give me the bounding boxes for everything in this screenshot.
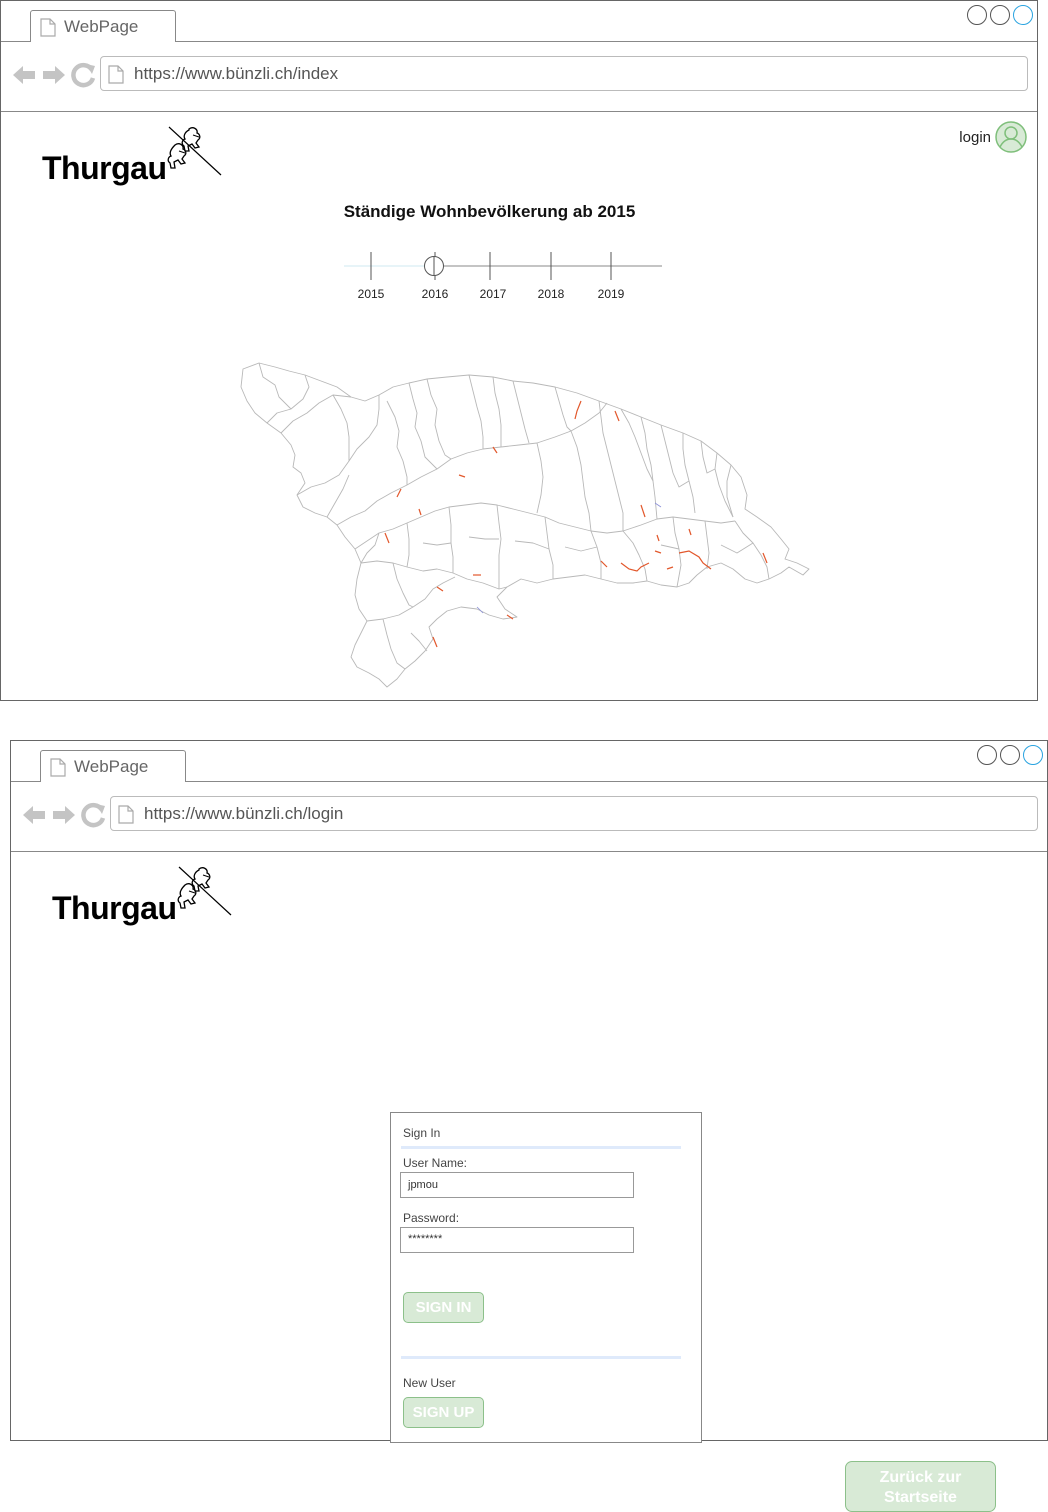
year-timeline-slider[interactable]: 2015 2016 2017 2018 2019 [344,250,662,308]
sign-up-button[interactable]: SIGN UP [403,1397,484,1428]
url-text: https://www.bünzli.ch/login [144,804,344,823]
document-icon [118,805,134,824]
document-icon [108,65,124,84]
page-content: Thurgau Sign In User Name: jpmou Passwor… [11,852,1047,1512]
thurgau-coat-of-arms-icon [177,866,232,916]
tab-strip: WebPage [1,1,1037,42]
address-bar[interactable]: https://www.bünzli.ch/index [100,56,1028,91]
year-label[interactable]: 2017 [480,287,507,301]
window-maximize-button[interactable] [990,5,1010,25]
canton-boundary [240,362,810,688]
window-maximize-button[interactable] [1000,745,1020,765]
back-arrow-icon[interactable] [11,62,37,88]
sign-in-form: Sign In User Name: jpmou Password: *****… [390,1112,702,1443]
document-icon [40,18,56,37]
window-minimize-button[interactable] [977,745,997,765]
browser-toolbar: https://www.bünzli.ch/login [11,782,1047,852]
reload-icon[interactable] [81,802,107,828]
sign-in-button[interactable]: SIGN IN [403,1292,484,1323]
separator [401,1146,681,1149]
username-label: User Name: [403,1156,468,1170]
reload-icon[interactable] [71,62,97,88]
window-controls [977,745,1043,765]
username-field[interactable]: jpmou [400,1172,634,1198]
forward-arrow-icon[interactable] [41,62,67,88]
logo-text: Thurgau [42,150,167,186]
year-label[interactable]: 2018 [538,287,565,301]
document-icon [50,758,66,777]
window-close-button[interactable] [1023,745,1043,765]
thurgau-coat-of-arms-icon [167,126,222,176]
new-user-label: New User [403,1376,456,1390]
nav-buttons [21,802,107,828]
back-button-line1: Zurück zur [879,1469,962,1486]
login-link[interactable]: login [959,121,1027,153]
nav-buttons [11,62,97,88]
browser-window-index: WebPage https://www.bünzli.ch/index Thur… [0,0,1038,701]
window-close-button[interactable] [1013,5,1033,25]
back-arrow-icon[interactable] [21,802,47,828]
url-text: https://www.bünzli.ch/index [134,64,339,83]
form-title: Sign In [403,1126,441,1140]
window-minimize-button[interactable] [967,5,987,25]
page-title: Ständige Wohnbevölkerung ab 2015 [343,202,636,221]
separator [401,1356,681,1359]
tab-strip: WebPage [11,741,1047,782]
user-avatar-icon[interactable] [995,121,1027,153]
logo-text: Thurgau [52,890,177,926]
login-label: login [959,128,991,146]
browser-tab[interactable]: WebPage [40,750,186,782]
thurgau-logo[interactable]: Thurgau [51,865,236,931]
window-controls [967,5,1033,25]
browser-window-login: WebPage https://www.bünzli.ch/login Thur… [10,740,1048,1512]
page-content: Thurgau login Ständige Wohnbevölkerung a… [1,112,1037,700]
year-label[interactable]: 2015 [358,287,385,301]
address-bar[interactable]: https://www.bünzli.ch/login [110,796,1038,831]
back-button-line2: Startseite [884,1489,957,1506]
year-label[interactable]: 2019 [598,287,625,301]
forward-arrow-icon[interactable] [51,802,77,828]
browser-toolbar: https://www.bünzli.ch/index [1,42,1037,112]
thurgau-logo[interactable]: Thurgau [41,125,226,191]
year-label[interactable]: 2016 [422,287,449,301]
password-label: Password: [403,1211,460,1225]
tab-label: WebPage [74,757,149,776]
tab-label: WebPage [64,17,139,36]
browser-tab[interactable]: WebPage [30,10,176,42]
back-to-home-button[interactable]: Zurück zur Startseite [845,1461,996,1512]
password-field[interactable]: ******** [400,1227,634,1253]
thurgau-municipalities-map[interactable] [237,357,817,692]
